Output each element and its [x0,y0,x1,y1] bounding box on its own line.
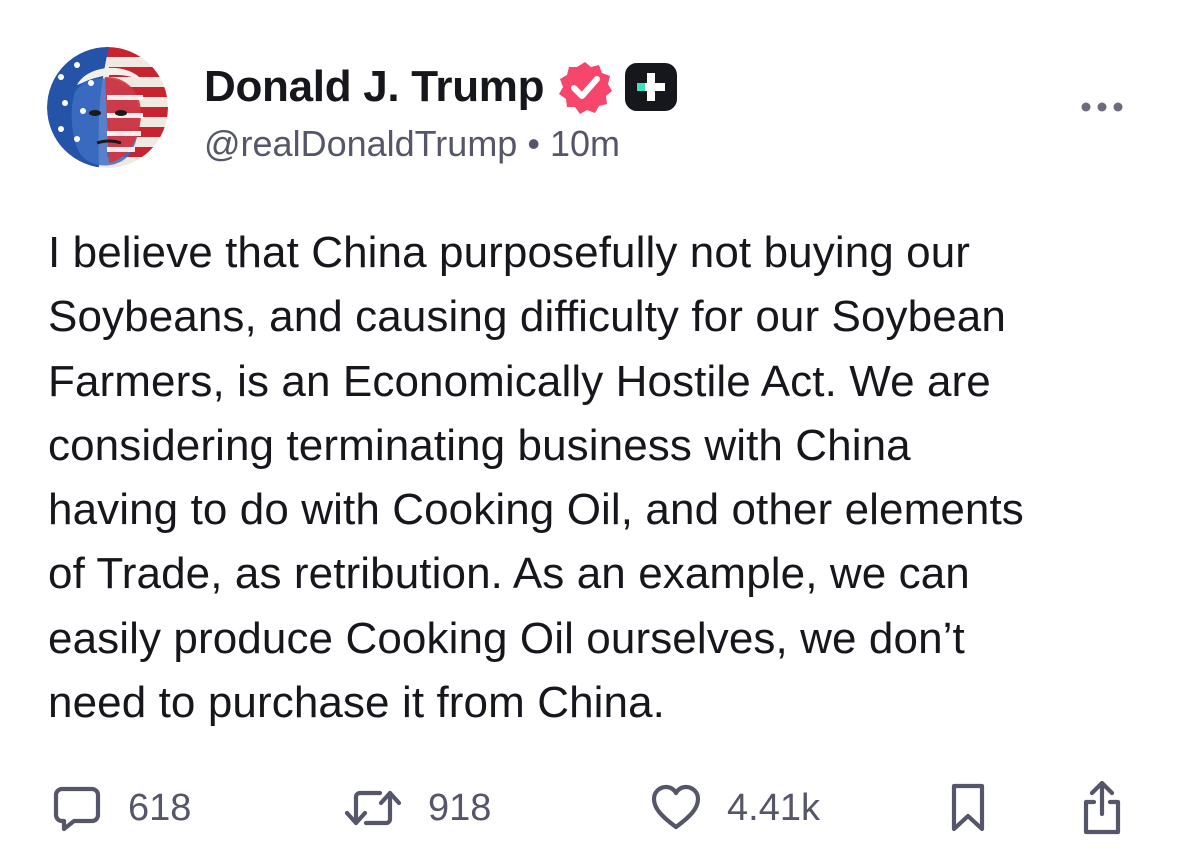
more-horizontal-icon [1081,102,1123,112]
post-text-line: having to do with Cooking Oil, and other… [48,485,1024,535]
repost-button[interactable]: 918 [344,778,491,838]
share-icon [1083,780,1121,835]
bookmark-button[interactable] [948,778,988,838]
verified-badge-icon [558,60,613,114]
author-name-row: Donald J. Trump [204,58,679,116]
share-button[interactable] [1080,778,1124,838]
author-handle[interactable]: @realDonaldTrump [204,123,517,164]
heart-icon [651,784,701,830]
meta-separator: • [527,123,540,164]
post-text-line: Soybeans, and causing difficulty for our… [48,292,1006,342]
reply-count: 618 [128,787,192,829]
comment-icon [53,786,101,832]
like-button[interactable]: 4.41k [651,778,820,838]
more-options-button[interactable] [1078,92,1126,122]
repost-count: 918 [428,787,492,829]
post-text-line: of Trade, as retribution. As an example,… [48,549,970,599]
bookmark-icon [951,783,985,832]
repost-icon [344,790,402,826]
author-display-name[interactable]: Donald J. Trump [204,58,545,116]
author-meta: @realDonaldTrump • 10m [204,122,620,166]
post-text-line: I believe that China purposefully not bu… [48,228,971,277]
post-timestamp[interactable]: 10m [550,123,620,164]
avatar-image [47,47,168,168]
post-text-line: Farmers, is an Economically Hostile Act.… [48,356,991,406]
reply-button[interactable]: 618 [52,778,191,838]
post-body: I believe that China purposefully not bu… [48,221,1143,735]
post-card: Donald J. Trump @realDonaldTrump • 10m I… [0,0,1179,856]
avatar[interactable] [47,47,168,168]
post-text-line: need to purchase it from China. [48,678,665,728]
post-text-line: easily produce Cooking Oil ourselves, we… [48,613,965,663]
post-text-line: considering terminating business with Ch… [48,420,911,470]
like-count: 4.41k [727,787,820,829]
plus-badge-icon [623,61,679,113]
